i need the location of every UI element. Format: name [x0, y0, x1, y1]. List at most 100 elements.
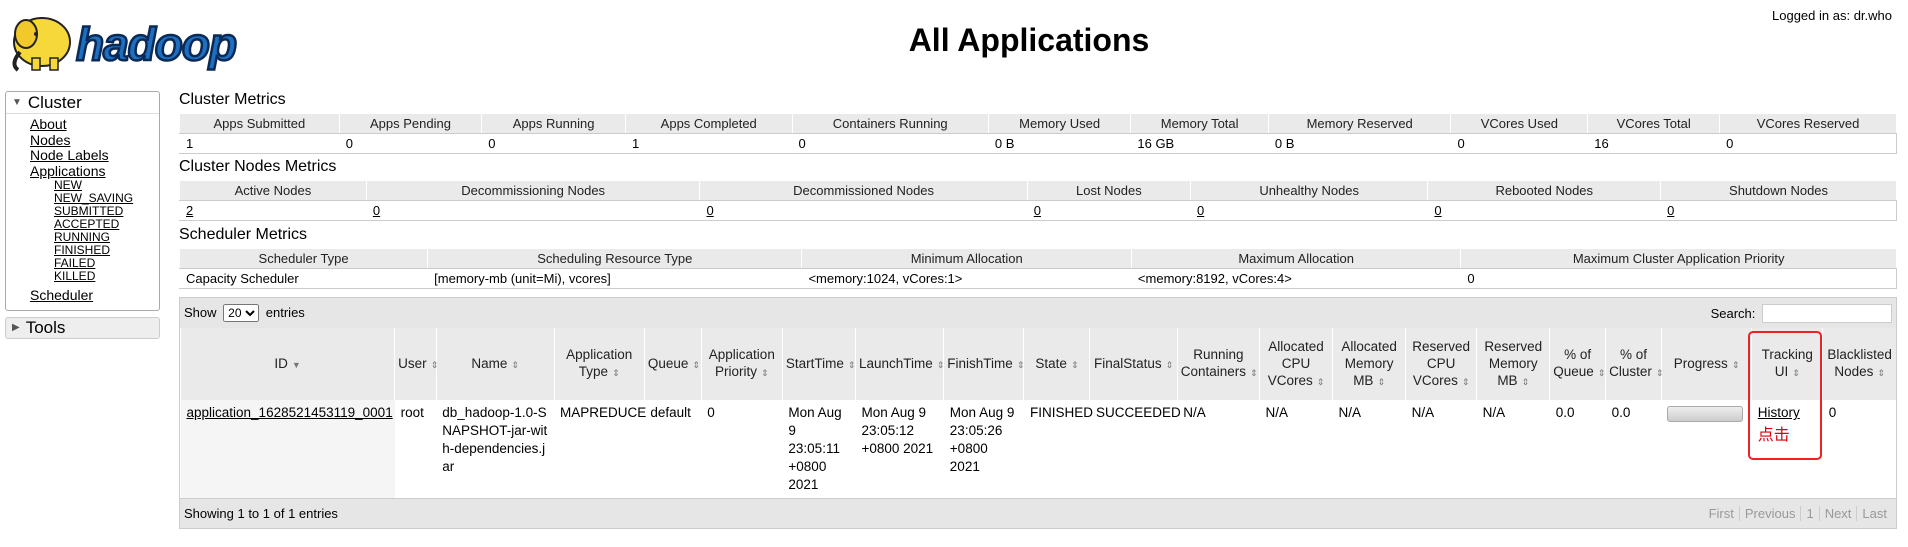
sort-icon: ⇕ [1377, 376, 1385, 387]
cell-launchtime: Mon Aug 9 23:05:12 +0800 2021 [861, 405, 934, 456]
col-header-launchtime[interactable]: LaunchTime ⇕ [854, 328, 944, 400]
cell-queue: default [650, 405, 691, 420]
cluster-metrics-table: Apps Submitted Apps Pending Apps Running… [179, 113, 1897, 154]
col-header-running-containers[interactable]: Running Containers ⇕ [1176, 328, 1260, 400]
metric-header: Rebooted Nodes [1427, 180, 1662, 201]
col-header-allocated-memory[interactable]: Allocated Memory MB ⇕ [1332, 328, 1406, 400]
nav-nodes-link[interactable]: Nodes [30, 132, 159, 149]
logged-in-user: Logged in as: dr.who [1772, 8, 1892, 23]
cell-reserved-memory: N/A [1482, 405, 1506, 420]
first-page-button[interactable]: First [1704, 506, 1739, 521]
pagination: First Previous 1 Next Last [1704, 506, 1892, 521]
rebooted-nodes-link[interactable]: 0 [1434, 203, 1441, 218]
sort-icon: ⇕ [1165, 359, 1174, 370]
metric-header: Shutdown Nodes [1660, 180, 1897, 201]
history-link[interactable]: History [1758, 405, 1800, 420]
metric-value: 0 [1460, 268, 1897, 289]
scheduler-metrics-table: Scheduler Type Scheduling Resource Type … [178, 248, 1897, 289]
cluster-metrics-title: Cluster Metrics [179, 91, 286, 108]
col-header-finishtime[interactable]: FinishTime ⇕ [943, 328, 1024, 400]
search-input[interactable] [1762, 303, 1892, 323]
col-header-reserved-memory[interactable]: Reserved Memory MB ⇕ [1476, 328, 1550, 400]
sort-icon: ⇕ [1461, 376, 1470, 387]
col-header-user[interactable]: User ⇕ [394, 328, 438, 400]
page-1-button[interactable]: 1 [1800, 506, 1818, 521]
scheduler-metrics-title: Scheduler Metrics [179, 226, 308, 243]
unhealthy-nodes-link[interactable]: 0 [1197, 203, 1204, 218]
col-header-reserved-vcores[interactable]: Reserved CPU VCores ⇕ [1405, 328, 1477, 400]
active-nodes-link[interactable]: 2 [186, 203, 193, 218]
cell-user: root [400, 405, 424, 420]
nav-about-link[interactable]: About [30, 116, 159, 133]
nav-scheduler-link[interactable]: Scheduler [30, 287, 159, 304]
main-content: Cluster Metrics Apps Submitted Apps Pend… [178, 90, 1897, 529]
sort-icon: ⇕ [511, 359, 519, 370]
metric-header: Active Nodes [179, 180, 367, 201]
tools-header[interactable]: ▶ Tools [5, 316, 160, 339]
col-header-state[interactable]: State ⇕ [1023, 328, 1090, 400]
col-header-pct-cluster[interactable]: % of Cluster ⇕ [1605, 328, 1663, 400]
sort-icon: ⇕ [1316, 376, 1325, 387]
cell-finishtime: Mon Aug 9 23:05:26 +0800 2021 [949, 405, 1015, 474]
col-header-priority[interactable]: Application Priority ⇕ [700, 328, 783, 400]
metric-value: <memory:1024, vCores:1> [801, 268, 1132, 289]
metric-value: 0 [481, 133, 626, 154]
sort-icon: ⇕ [1731, 359, 1740, 370]
applications-table: ID ▼ User ⇕ Name ⇕ Application Type ⇕ Queue ⇕… [179, 328, 1896, 498]
metric-value: 0 [791, 133, 989, 154]
metric-value: <memory:8192, vCores:4> [1130, 268, 1461, 289]
sort-icon: ⇕ [847, 359, 856, 370]
metric-header: Scheduling Resource Type [427, 248, 803, 269]
col-header-pct-queue[interactable]: % of Queue ⇕ [1549, 328, 1606, 400]
col-header-progress[interactable]: Progress ⇕ [1660, 328, 1752, 400]
metric-value: 0 [1719, 133, 1897, 154]
col-header-allocated-vcores[interactable]: Allocated CPU VCores ⇕ [1258, 328, 1333, 400]
metric-value: Capacity Scheduler [178, 268, 428, 289]
entries-label: entries [265, 305, 305, 320]
col-header-queue[interactable]: Queue ⇕ [643, 328, 702, 400]
metric-header: Decommissioned Nodes [699, 180, 1028, 201]
entries-info: Showing 1 to 1 of 1 entries [184, 506, 338, 521]
cell-name: db_hadoop-1.0-SNAPSHOT-jar-with-dependen… [442, 405, 548, 474]
col-header-tracking-ui[interactable]: Tracking UI ⇕ [1751, 328, 1823, 400]
metric-header: Lost Nodes [1026, 180, 1191, 201]
metric-header: VCores Reserved [1719, 113, 1897, 134]
decommissioned-nodes-link[interactable]: 0 [706, 203, 713, 218]
next-page-button[interactable]: Next [1818, 506, 1857, 521]
state-killed-link[interactable]: KILLED [54, 270, 159, 283]
metric-value: 0 [338, 133, 482, 154]
lost-nodes-link[interactable]: 0 [1034, 203, 1041, 218]
metric-value: 1 [179, 133, 340, 154]
nav-applications-link[interactable]: Applications [30, 163, 159, 180]
previous-page-button[interactable]: Previous [1738, 506, 1801, 521]
metric-value: [memory-mb (unit=Mi), vcores] [427, 268, 802, 289]
cell-starttime: Mon Aug 9 23:05:11 +0800 2021 [788, 405, 842, 492]
metric-header: Scheduler Type [178, 248, 429, 269]
cell-blacklisted: 0 [1828, 405, 1837, 420]
shutdown-nodes-link[interactable]: 0 [1667, 203, 1674, 218]
col-header-id[interactable]: ID ▼ [179, 328, 395, 400]
col-header-finalstatus[interactable]: FinalStatus ⇕ [1089, 328, 1178, 400]
click-annotation: 点击 [1757, 427, 1790, 444]
metric-header: Apps Pending [338, 113, 483, 134]
cluster-header[interactable]: ▼ Cluster [6, 92, 159, 114]
last-page-button[interactable]: Last [1856, 506, 1892, 521]
decommissioning-nodes-link[interactable]: 0 [373, 203, 380, 218]
nav-node-labels-link[interactable]: Node Labels [30, 147, 159, 164]
col-header-starttime[interactable]: StartTime ⇕ [781, 328, 856, 400]
metric-value: 0 B [1267, 133, 1451, 154]
application-id-link[interactable]: application_1628521453119_0001 [187, 405, 393, 420]
cell-allocated-memory: N/A [1338, 405, 1362, 420]
col-header-name[interactable]: Name ⇕ [435, 328, 555, 400]
apps-footer: Showing 1 to 1 of 1 entries First Previou… [180, 498, 1896, 528]
page-size-select[interactable]: 20 [223, 304, 260, 322]
cell-pct-queue: 0.0 [1555, 405, 1575, 420]
apps-toolbar: Show 20 entries Search: [180, 298, 1896, 328]
col-header-blacklisted[interactable]: Blacklisted Nodes ⇕ [1822, 328, 1896, 400]
col-header-type[interactable]: Application Type ⇕ [553, 328, 645, 400]
metric-value: 16 [1587, 133, 1720, 154]
cell-allocated-vcores: N/A [1265, 405, 1288, 420]
metric-header: Memory Used [987, 113, 1132, 134]
search-label: Search: [1710, 305, 1756, 321]
metric-value: 0 B [987, 133, 1131, 154]
